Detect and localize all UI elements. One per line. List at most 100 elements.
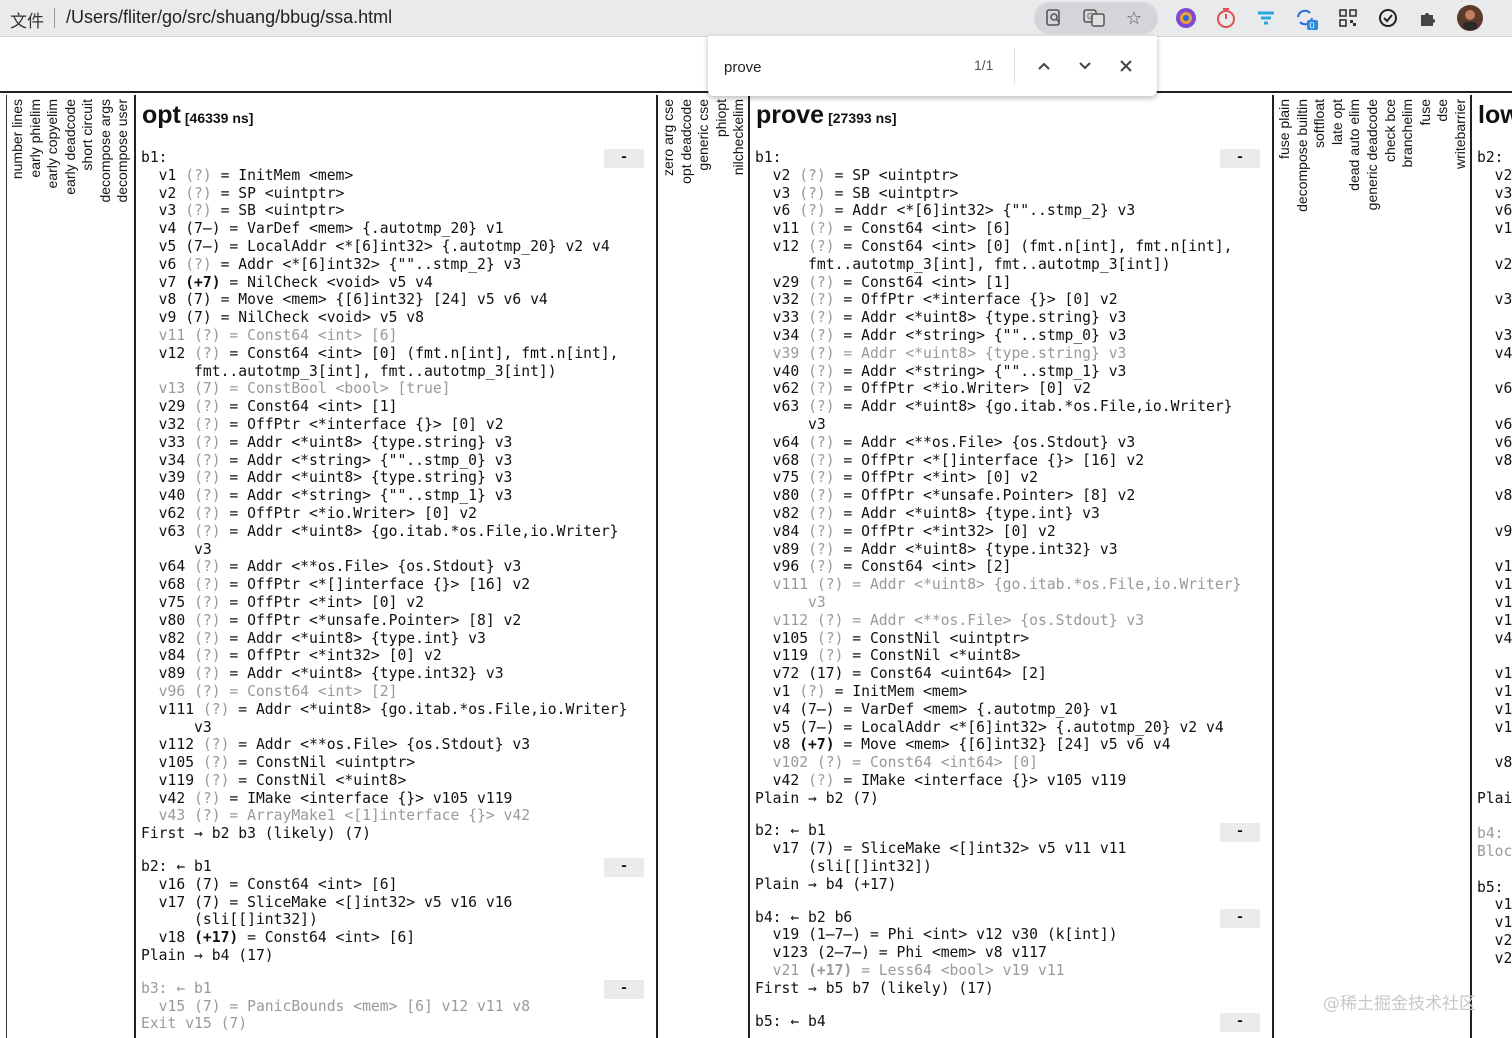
value-id[interactable]: v40 — [755, 363, 808, 380]
pass-label[interactable]: short circuit — [79, 99, 96, 171]
value-id[interactable]: v5 — [141, 238, 185, 255]
value-id[interactable]: v6 — [141, 256, 185, 273]
value-id[interactable]: v80 — [755, 487, 808, 504]
find-previous-button[interactable] — [1030, 52, 1058, 80]
ssa-value-line[interactable]: v75 (?) = OffPtr <*int> [0] v2 — [141, 594, 627, 612]
value-id[interactable]: v29 — [755, 274, 808, 291]
value-id[interactable]: v62 — [755, 380, 808, 397]
ssa-value-line[interactable]: v63 (?) = Addr <*uint8> {go.itab.*os.Fil… — [141, 523, 627, 541]
chrome-extension-icon[interactable] — [1172, 4, 1200, 32]
value-id[interactable]: v32 — [141, 416, 194, 433]
value-id[interactable]: v7 — [141, 274, 185, 291]
value-id[interactable]: v63 — [141, 523, 194, 540]
value-id[interactable]: v6 — [755, 202, 799, 219]
find-input[interactable] — [722, 53, 956, 81]
ssa-value-line[interactable]: v8 (+7) = Move <mem> {[6]int32} [24] v5 … — [755, 736, 1241, 754]
ssa-value-line[interactable]: v8 — [1477, 754, 1512, 772]
value-id[interactable]: v119 — [755, 647, 817, 664]
value-id[interactable]: v33 — [755, 309, 808, 326]
ssa-value-line[interactable] — [1477, 736, 1512, 754]
ssa-value-line[interactable]: v1 — [1477, 719, 1512, 737]
value-id[interactable]: v11 — [755, 220, 808, 237]
ssa-value-line[interactable]: v43 (?) = ArrayMake1 <[1]interface {}> v… — [141, 807, 627, 825]
ssa-value-line[interactable]: v32 (?) = OffPtr <*interface {}> [0] v2 — [141, 416, 627, 434]
value-id[interactable]: v84 — [755, 523, 808, 540]
ssa-value-line[interactable]: v29 (?) = Const64 <int> [1] — [755, 274, 1241, 292]
ssa-value-line[interactable]: v89 (?) = Addr <*uint8> {type.int32} v3 — [141, 665, 627, 683]
pass-label[interactable]: early deadcode — [62, 99, 79, 195]
value-id[interactable]: v19 — [755, 926, 808, 943]
ssa-value-line[interactable]: (sli[[]int32]) — [755, 858, 1241, 876]
block-header[interactable]: b3: ← b1 — [141, 980, 627, 998]
ssa-value-line[interactable]: v1 — [1477, 612, 1512, 630]
block-header[interactable]: b2: ← b1 — [141, 858, 627, 876]
pass-label[interactable]: zero arg cse — [660, 99, 677, 176]
ssa-value-line[interactable]: v6 — [1477, 202, 1512, 220]
ssa-value-line[interactable]: v1 — [1477, 914, 1512, 932]
pass-label[interactable]: branchelim — [1399, 99, 1416, 167]
block-header[interactable]: b2: ← b1 — [755, 822, 1241, 840]
value-id[interactable]: v62 — [141, 505, 194, 522]
value-id[interactable]: v1 — [141, 167, 185, 184]
ssa-value-line[interactable]: v89 (?) = Addr <*uint8> {type.int32} v3 — [755, 541, 1241, 559]
ssa-value-line[interactable]: v62 (?) = OffPtr <*io.Writer> [0] v2 — [141, 505, 627, 523]
ssa-value-line[interactable]: v96 (?) = Const64 <int> [2] — [755, 558, 1241, 576]
ssa-value-line[interactable]: Plai — [1477, 790, 1512, 808]
value-id[interactable]: v3 — [141, 202, 185, 219]
pass-label[interactable]: early phielim — [27, 99, 44, 178]
ssa-value-line[interactable]: v68 (?) = OffPtr <*[]interface {}> [16] … — [755, 452, 1241, 470]
value-id[interactable]: v96 — [755, 558, 808, 575]
value-id[interactable]: v17 — [141, 894, 194, 911]
value-id[interactable]: v9 — [141, 309, 185, 326]
ssa-value-line[interactable]: v8 — [1477, 452, 1512, 470]
ssa-value-line[interactable]: v112 (?) = Addr <**os.File> {os.Stdout} … — [755, 612, 1241, 630]
ssa-value-line[interactable]: v75 (?) = OffPtr <*int> [0] v2 — [755, 469, 1241, 487]
ssa-value-line[interactable] — [1477, 647, 1512, 665]
ssa-value-line[interactable]: v6 — [1477, 416, 1512, 434]
ssa-value-line[interactable]: v39 (?) = Addr <*uint8> {type.string} v3 — [755, 345, 1241, 363]
ssa-value-line[interactable]: v96 (?) = Const64 <int> [2] — [141, 683, 627, 701]
value-id[interactable]: v34 — [141, 452, 194, 469]
ssa-value-line[interactable] — [1477, 861, 1512, 879]
value-id[interactable]: v68 — [141, 576, 194, 593]
ssa-value-line[interactable]: v1 (?) = InitMem <mem> — [141, 167, 627, 185]
ssa-value-line[interactable]: v1 — [1477, 665, 1512, 683]
value-id[interactable]: v84 — [141, 647, 194, 664]
ssa-value-line[interactable]: v8 (7) = Move <mem> {[6]int32} [24] v5 v… — [141, 291, 627, 309]
block-header[interactable]: b1: — [141, 149, 627, 167]
sync-extension-icon[interactable]: 0 — [1292, 4, 1320, 32]
ssa-value-line[interactable]: v105 (?) = ConstNil <uintptr> — [141, 754, 627, 772]
ssa-value-line[interactable]: v1 — [1477, 576, 1512, 594]
ssa-value-line[interactable]: v1 — [1477, 594, 1512, 612]
ssa-value-line[interactable]: v2 — [1477, 256, 1512, 274]
ssa-value-line[interactable]: v3 (?) = SB <uintptr> — [141, 202, 627, 220]
ssa-value-line[interactable]: v82 (?) = Addr <*uint8> {type.int} v3 — [755, 505, 1241, 523]
ssa-value-line[interactable]: v11 (?) = Const64 <int> [6] — [141, 327, 627, 345]
value-id[interactable]: v1 — [755, 683, 799, 700]
value-id[interactable]: v111 — [755, 576, 817, 593]
ssa-value-line[interactable]: v64 (?) = Addr <**os.File> {os.Stdout} v… — [755, 434, 1241, 452]
value-id[interactable]: v64 — [141, 558, 194, 575]
ssa-value-line[interactable] — [1477, 398, 1512, 416]
value-id[interactable]: v112 — [141, 736, 203, 753]
value-id[interactable]: v105 — [141, 754, 203, 771]
ssa-value-line[interactable]: v4 (7̶) = VarDef <mem> {.autotmp_20} v1 — [755, 701, 1241, 719]
ssa-value-line[interactable]: v7 (+7) = NilCheck <void> v5 v4 — [141, 274, 627, 292]
ssa-value-line[interactable]: v34 (?) = Addr <*string> {""..stmp_0} v3 — [755, 327, 1241, 345]
value-id[interactable]: v4 — [755, 701, 799, 718]
value-id[interactable]: v105 — [755, 630, 817, 647]
ssa-value-line[interactable]: v2 — [1477, 950, 1512, 968]
filter-extension-icon[interactable] — [1252, 4, 1280, 32]
ssa-value-line[interactable]: v8 — [1477, 487, 1512, 505]
url-text[interactable]: /Users/fliter/go/src/shuang/bbug/ssa.htm… — [66, 7, 392, 28]
ssa-value-line[interactable]: v105 (?) = ConstNil <uintptr> — [755, 630, 1241, 648]
ssa-value-line[interactable]: v1 — [1477, 701, 1512, 719]
value-id[interactable]: v12 — [141, 345, 194, 362]
ssa-value-line[interactable] — [1477, 309, 1512, 327]
ssa-value-line[interactable] — [1477, 772, 1512, 790]
ssa-value-line[interactable]: v4 (7̶) = VarDef <mem> {.autotmp_20} v1 — [141, 220, 627, 238]
value-id[interactable]: v80 — [141, 612, 194, 629]
block-collapse-button[interactable]: - — [1220, 908, 1260, 928]
circle-check-extension-icon[interactable] — [1374, 4, 1402, 32]
value-id[interactable]: v39 — [141, 469, 194, 486]
